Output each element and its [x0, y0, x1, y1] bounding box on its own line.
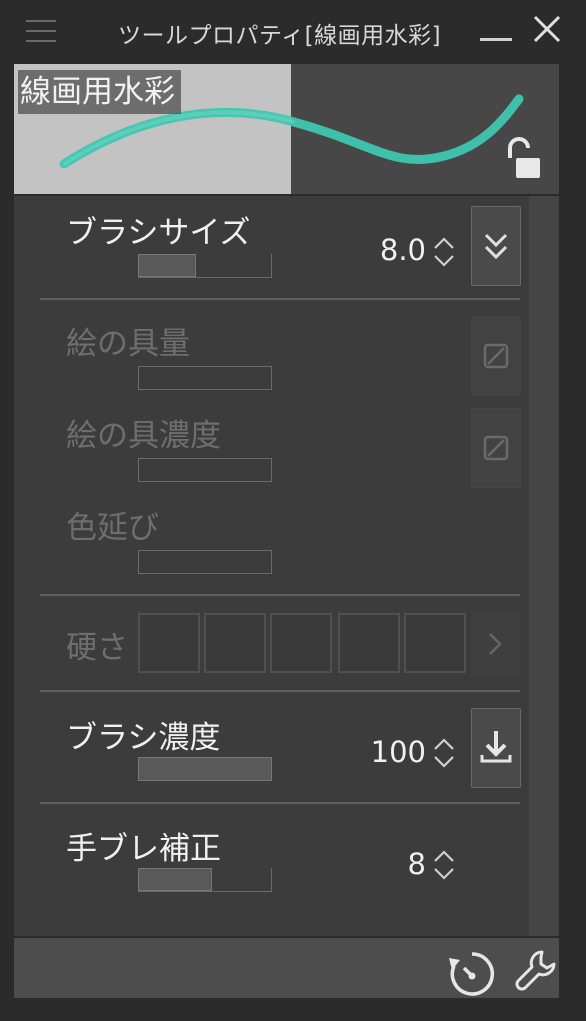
- stabilization-value[interactable]: 8: [360, 847, 426, 881]
- reset-timer-icon[interactable]: [446, 948, 498, 1000]
- paint-amount-slider: [138, 366, 272, 390]
- paint-density-slider: [138, 458, 272, 482]
- hardness-cell: [404, 613, 466, 673]
- download-tray-icon: [480, 731, 512, 763]
- stabilization-slider[interactable]: [138, 868, 272, 892]
- brush-preview: 線画用水彩: [14, 64, 559, 194]
- brush-size-value[interactable]: 8.0: [340, 233, 426, 267]
- stabilization-label: 手ブレ補正: [66, 831, 221, 867]
- brush-density-value[interactable]: 100: [330, 735, 426, 769]
- disabled-slash-icon: [483, 435, 509, 461]
- color-stretch-slider: [138, 550, 272, 574]
- brush-density-slider[interactable]: [138, 757, 272, 781]
- divider: [40, 802, 520, 804]
- brush-name-label: 線画用水彩: [18, 70, 181, 114]
- brush-size-menu-button[interactable]: [471, 206, 521, 286]
- window-title: ツールプロパティ[線画用水彩]: [118, 23, 442, 49]
- wrench-settings-icon[interactable]: [512, 946, 562, 998]
- paint-density-button: [471, 408, 521, 488]
- paint-amount-label: 絵の具量: [66, 326, 190, 362]
- unlocked-padlock-icon[interactable]: [504, 136, 544, 180]
- hardness-cell: [204, 613, 266, 673]
- hardness-cell: [338, 613, 400, 673]
- chevron-right-icon: [489, 633, 502, 655]
- brush-size-slider[interactable]: [138, 254, 272, 278]
- close-icon[interactable]: [532, 14, 562, 44]
- title-bar: ツールプロパティ[線画用水彩]: [0, 0, 586, 62]
- footer-bar: [14, 938, 559, 998]
- brush-density-label: ブラシ濃度: [66, 720, 221, 756]
- double-chevron-down-icon: [484, 233, 508, 260]
- paint-density-label: 絵の具濃度: [66, 418, 221, 454]
- paint-amount-button: [471, 316, 521, 396]
- hardness-expand-button: [471, 613, 521, 675]
- divider: [40, 298, 520, 300]
- hardness-cell: [270, 613, 332, 673]
- hardness-label: 硬さ: [66, 630, 128, 666]
- stabilization-spinner-icon[interactable]: [431, 845, 457, 885]
- hardness-cell: [138, 613, 200, 673]
- disabled-slash-icon: [483, 343, 509, 369]
- minimize-icon[interactable]: [480, 38, 512, 41]
- divider: [40, 594, 520, 596]
- brush-size-spinner-icon[interactable]: [431, 232, 457, 272]
- hamburger-menu-icon[interactable]: [26, 20, 56, 42]
- scrollbar[interactable]: [529, 196, 559, 936]
- brush-size-label: ブラシサイズ: [66, 215, 251, 251]
- brush-density-button[interactable]: [471, 708, 521, 788]
- color-stretch-label: 色延び: [66, 510, 159, 546]
- brush-density-spinner-icon[interactable]: [431, 733, 457, 773]
- divider: [40, 690, 520, 692]
